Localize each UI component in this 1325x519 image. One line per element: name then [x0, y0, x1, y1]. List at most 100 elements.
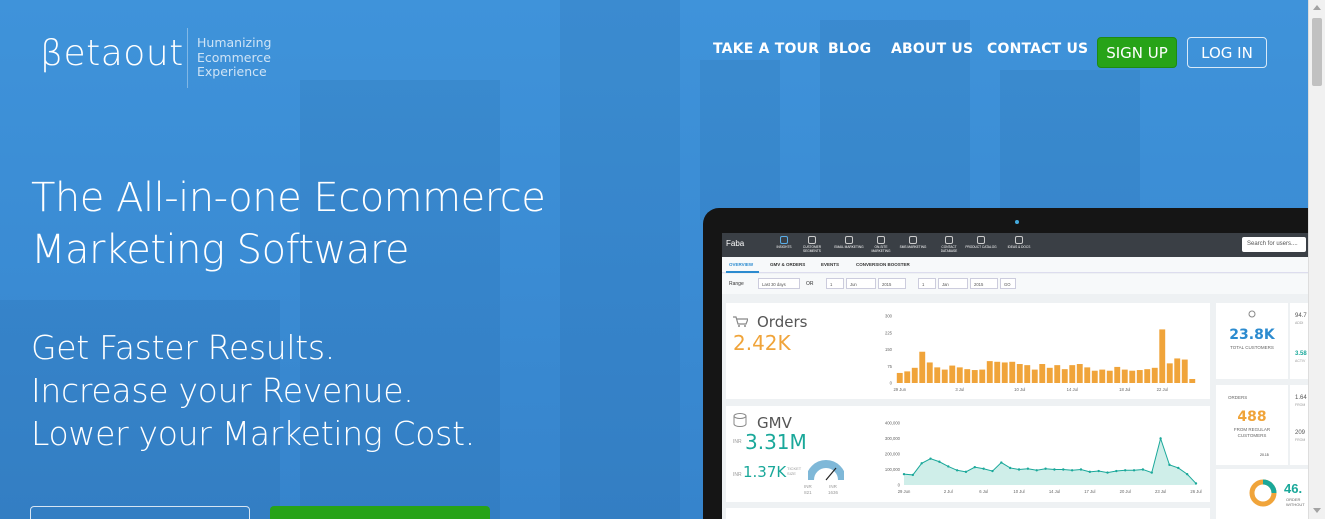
orders-bar	[1106, 370, 1113, 383]
date-filter-bar: Range Last 30 days OR 1 Jun 2015 1 Jan 2…	[722, 274, 1308, 294]
gmv-point	[1070, 469, 1074, 472]
orders-bar	[1009, 361, 1016, 383]
cta-outline-button[interactable]	[30, 506, 250, 519]
y-tick-label: 75	[887, 364, 892, 369]
scroll-up-arrow-icon[interactable]	[1313, 5, 1321, 10]
orders-card: ORDERS 488 FROM REGULAR CUSTOMERS 20.15	[1216, 385, 1288, 465]
nav-blog[interactable]: BLOG	[828, 41, 871, 57]
logo-divider	[187, 28, 188, 88]
app-name: Faba	[726, 239, 745, 248]
x-tick-label: 29 Jun	[893, 387, 906, 392]
x-tick-label: 14 Jul	[1067, 387, 1078, 392]
page-scrollbar[interactable]	[1308, 0, 1325, 519]
users-icon	[1248, 310, 1256, 318]
range-select: Last 30 days	[758, 278, 800, 289]
gmv-point	[991, 469, 994, 473]
gmv-point	[902, 472, 906, 476]
orders-bar	[911, 367, 918, 383]
total-customers-value: 23.8K	[1229, 327, 1275, 343]
x-tick-label: 2 Jul	[944, 489, 953, 494]
orders-bar-chart: 300 225 150 75 029 Jun 3 Jul 10 Jul 14 Jul 18 Ju…	[885, 314, 1196, 392]
login-button[interactable]: LOG IN	[1187, 37, 1267, 68]
orders-bar	[1001, 362, 1008, 383]
orders-bar	[956, 367, 963, 383]
ticket-value: 1.37K	[743, 463, 787, 481]
app-icon-contacts: CONTACT DATABASE	[933, 236, 965, 253]
gmv-point	[1044, 467, 1047, 470]
cart-icon	[733, 316, 748, 327]
side-stat-1-label: ADDI	[1295, 321, 1304, 325]
gmv-point	[1141, 468, 1145, 471]
gmv-area-chart: 400,000 300,000 200,000 100,000 029 Jun 2 Jul…	[885, 421, 1202, 495]
app-icon-sms: SMS MARKETING	[897, 236, 929, 249]
betaout-logo[interactable]: βetaout	[40, 33, 184, 74]
y-tick-label: 300,000	[885, 436, 901, 441]
orders-bar	[1136, 370, 1143, 383]
scroll-down-arrow-icon[interactable]	[1313, 508, 1321, 513]
orders-donut-card: 46. ORDER WITHOUT	[1216, 469, 1308, 519]
y-tick-label: 150	[885, 347, 893, 352]
x-tick-label: 6 Jul	[979, 489, 988, 494]
coins-icon	[733, 413, 747, 428]
gmv-point	[1177, 466, 1180, 470]
side-stat-1: 94.7	[1295, 313, 1307, 319]
scrollbar-thumb[interactable]	[1312, 18, 1322, 86]
gauge-min: INR 821	[804, 484, 812, 495]
month-to: Jan	[938, 278, 968, 289]
gmv-point	[1062, 468, 1065, 471]
app-top-bar: Faba INSIGHTS CUSTOMER SEGMENTS EMAIL MA…	[722, 233, 1308, 257]
y-tick-label: 0	[890, 381, 893, 386]
gmv-point	[1194, 482, 1198, 485]
orders-bar	[1076, 364, 1083, 383]
y-tick-label: 0	[898, 483, 901, 488]
orders-bar	[986, 361, 993, 383]
year-to: 2015	[970, 278, 998, 289]
gmv-point	[964, 470, 968, 474]
subline-3: Lower your Marketing Cost.	[31, 414, 475, 453]
orders-bar	[1144, 369, 1151, 383]
orders-bar	[1166, 363, 1173, 383]
orders-bar	[1084, 367, 1091, 383]
orders-value: 2.42K	[733, 331, 791, 355]
gmv-point	[1097, 469, 1100, 473]
app-icon-ideas: IDEAS & DOCS	[1003, 236, 1035, 249]
go-button: GO	[1000, 278, 1016, 289]
app-tabs: OVERVIEW GMV & ORDERS EVENTS CONVERSION …	[722, 257, 1308, 273]
nav-contact-us[interactable]: CONTACT US	[987, 41, 1088, 57]
gmv-point	[1168, 463, 1171, 467]
gmv-point	[1150, 471, 1153, 474]
gmv-point	[1008, 466, 1012, 470]
regular-orders-label: FROM REGULAR CUSTOMERS	[1233, 427, 1271, 438]
gmv-point	[1026, 467, 1030, 470]
x-tick-label: 26 Jul	[1190, 489, 1201, 494]
orders-donut-chart	[1249, 479, 1277, 507]
signup-button[interactable]: SIGN UP	[1097, 37, 1177, 68]
nav-take-a-tour[interactable]: TAKE A TOUR	[713, 41, 819, 57]
app-search-input: Search for users....	[1242, 237, 1306, 252]
app-tab-overview: OVERVIEW	[729, 262, 754, 267]
cta-green-button[interactable]	[270, 506, 490, 519]
ticket-label: TICKET SIZE	[787, 466, 802, 476]
gmv-point	[938, 460, 941, 463]
regular-orders-value: 488	[1237, 409, 1267, 425]
nav-about-us[interactable]: ABOUT US	[891, 41, 973, 57]
gmv-point	[1035, 469, 1038, 472]
headline-line-1: The All-in-one Ecommerce	[31, 175, 546, 221]
x-tick-label: 23 Jul	[1155, 489, 1166, 494]
orders-bar	[1031, 369, 1038, 383]
tagline-line-3: Experience	[197, 64, 267, 79]
y-tick-label: 225	[885, 330, 893, 335]
y-tick-label: 400,000	[885, 421, 901, 426]
orders-bar	[919, 351, 926, 383]
gmv-point	[1115, 469, 1118, 473]
gmv-point	[955, 469, 959, 472]
orders-bar	[1159, 329, 1166, 383]
orders-bar	[1129, 370, 1136, 383]
x-tick-label: 20 Jul	[1120, 489, 1131, 494]
next-panel	[726, 508, 1210, 519]
orders-bar	[1174, 358, 1181, 383]
range-label: Range	[729, 281, 744, 287]
day-from: 1	[826, 278, 844, 289]
gmv-point	[973, 465, 976, 469]
ticket-currency: INR	[733, 472, 742, 478]
